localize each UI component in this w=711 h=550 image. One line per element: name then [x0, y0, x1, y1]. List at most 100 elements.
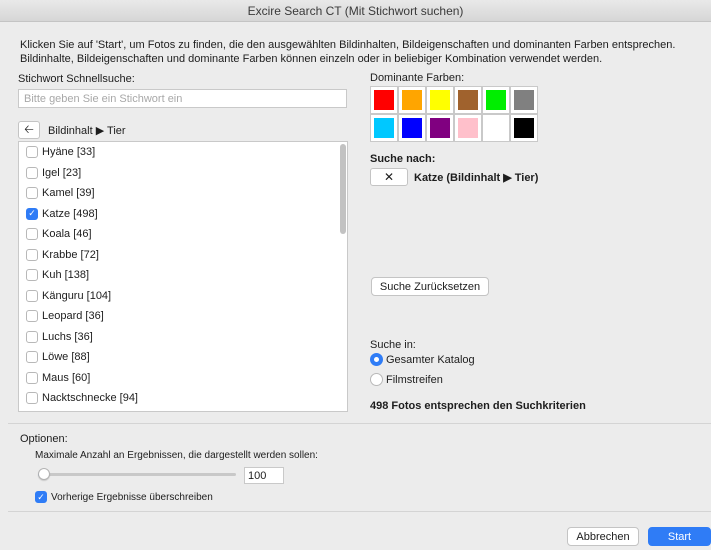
- slider-knob[interactable]: [38, 468, 50, 480]
- radio-button[interactable]: [370, 373, 383, 386]
- keyword-list[interactable]: Hyäne [33] Igel [23] Kamel [39] ✓ Katze [498…: [18, 141, 348, 412]
- options-label: Optionen:: [20, 433, 68, 445]
- swatch-color: [514, 90, 534, 110]
- color-swatch[interactable]: [482, 114, 510, 142]
- swatch-color: [458, 90, 478, 110]
- divider: [8, 423, 711, 424]
- swatch-color: [430, 90, 450, 110]
- swatch-color: [374, 90, 394, 110]
- color-swatch[interactable]: [510, 114, 538, 142]
- swatch-color: [486, 90, 506, 110]
- color-swatch[interactable]: [370, 86, 398, 114]
- keyword-label: Katze [498]: [42, 207, 98, 220]
- list-item[interactable]: Luchs [36]: [19, 327, 347, 348]
- list-item[interactable]: Maus [60]: [19, 368, 347, 389]
- remove-term-button[interactable]: ✕: [370, 168, 408, 186]
- swatch-color: [430, 118, 450, 138]
- radio-filmstrip[interactable]: Filmstreifen: [370, 373, 443, 386]
- breadcrumb: 🡠 Bildinhalt ▶ Tier: [18, 121, 126, 139]
- start-button[interactable]: Start: [648, 527, 711, 546]
- keyword-label: Krabbe [72]: [42, 248, 99, 261]
- keyword-label: Kamel [39]: [42, 187, 95, 200]
- breadcrumb-text: Bildinhalt ▶ Tier: [48, 124, 126, 137]
- search-term-label: Katze (Bildinhalt ▶ Tier): [414, 171, 539, 184]
- keyword-label: Nacktschnecke [94]: [42, 392, 138, 405]
- radio-full-catalog[interactable]: Gesamter Katalog: [370, 353, 475, 366]
- dominant-colors-label: Dominante Farben:: [370, 72, 465, 84]
- color-swatch[interactable]: [370, 114, 398, 142]
- overwrite-checkbox[interactable]: ✓: [35, 491, 47, 503]
- color-swatch[interactable]: [398, 114, 426, 142]
- list-item[interactable]: Löwe [88]: [19, 347, 347, 368]
- window-title: Excire Search CT (Mit Stichwort suchen): [0, 0, 711, 22]
- color-swatch[interactable]: [398, 86, 426, 114]
- list-item[interactable]: Koala [46]: [19, 224, 347, 245]
- keyword-checkbox[interactable]: [26, 289, 38, 302]
- keyword-label: Maus [60]: [42, 371, 91, 384]
- list-scrollbar[interactable]: [340, 144, 346, 234]
- swatch-color: [402, 90, 422, 110]
- keyword-checkbox[interactable]: [26, 371, 38, 384]
- list-item[interactable]: Nacktschnecke [94]: [19, 388, 347, 409]
- radio-label: Filmstreifen: [386, 373, 443, 386]
- result-count: 498 Fotos entsprechen den Suchkriterien: [370, 400, 586, 412]
- list-item[interactable]: ✓ Katze [498]: [19, 204, 347, 225]
- swatch-color: [514, 118, 534, 138]
- color-swatch[interactable]: [510, 86, 538, 114]
- search-in-label: Suche in:: [370, 339, 416, 351]
- radio-label: Gesamter Katalog: [386, 353, 475, 366]
- max-results-label: Maximale Anzahl an Ergebnissen, die darg…: [35, 450, 318, 461]
- keyword-label: Igel [23]: [42, 166, 82, 179]
- swatch-color: [374, 118, 394, 138]
- keyword-checkbox[interactable]: ✓: [26, 207, 38, 220]
- max-results-input[interactable]: [244, 467, 284, 484]
- keyword-label: Känguru [104]: [42, 289, 112, 302]
- radio-button[interactable]: [370, 353, 383, 366]
- quick-search-label: Stichwort Schnellsuche:: [18, 73, 135, 85]
- keyword-label: Luchs [36]: [42, 330, 93, 343]
- back-button[interactable]: 🡠: [18, 121, 40, 139]
- keyword-checkbox[interactable]: [26, 228, 38, 241]
- color-swatch-grid: [370, 86, 538, 142]
- list-item[interactable]: Hyäne [33]: [19, 142, 347, 163]
- swatch-color: [402, 118, 422, 138]
- color-swatch[interactable]: [482, 86, 510, 114]
- color-swatch[interactable]: [454, 114, 482, 142]
- list-item[interactable]: Nashorn [56]: [19, 409, 347, 412]
- keyword-label: Hyäne [33]: [42, 146, 96, 159]
- swatch-color: [486, 118, 506, 138]
- search-term: ✕ Katze (Bildinhalt ▶ Tier): [370, 168, 538, 186]
- divider: [8, 511, 711, 512]
- keyword-checkbox[interactable]: [26, 392, 38, 405]
- keyword-checkbox[interactable]: [26, 269, 38, 282]
- color-swatch[interactable]: [426, 86, 454, 114]
- color-swatch[interactable]: [426, 114, 454, 142]
- cancel-button[interactable]: Abbrechen: [567, 527, 639, 546]
- keyword-checkbox[interactable]: [26, 248, 38, 261]
- overwrite-checkbox-row[interactable]: ✓ Vorherige Ergebnisse überschreiben: [35, 491, 213, 503]
- keyword-label: Kuh [138]: [42, 269, 90, 282]
- list-item[interactable]: Leopard [36]: [19, 306, 347, 327]
- keyword-checkbox[interactable]: [26, 166, 38, 179]
- arrow-left-icon: 🡠: [24, 121, 34, 136]
- keyword-checkbox[interactable]: [26, 146, 38, 159]
- overwrite-label: Vorherige Ergebnisse überschreiben: [51, 491, 213, 503]
- close-icon: ✕: [383, 170, 395, 184]
- swatch-color: [458, 118, 478, 138]
- max-results-slider[interactable]: [38, 473, 236, 476]
- list-item[interactable]: Kuh [138]: [19, 265, 347, 286]
- search-input[interactable]: [18, 89, 347, 108]
- keyword-checkbox[interactable]: [26, 187, 38, 200]
- reset-search-button[interactable]: Suche Zurücksetzen: [371, 277, 489, 296]
- search-for-heading: Suche nach:: [370, 153, 436, 165]
- keyword-checkbox[interactable]: [26, 351, 38, 364]
- list-item[interactable]: Igel [23]: [19, 163, 347, 184]
- keyword-checkbox[interactable]: [26, 310, 38, 323]
- color-swatch[interactable]: [454, 86, 482, 114]
- list-item[interactable]: Krabbe [72]: [19, 245, 347, 266]
- list-item[interactable]: Kamel [39]: [19, 183, 347, 204]
- keyword-label: Leopard [36]: [42, 310, 104, 323]
- list-item[interactable]: Känguru [104]: [19, 286, 347, 307]
- keyword-label: Koala [46]: [42, 228, 92, 241]
- keyword-checkbox[interactable]: [26, 330, 38, 343]
